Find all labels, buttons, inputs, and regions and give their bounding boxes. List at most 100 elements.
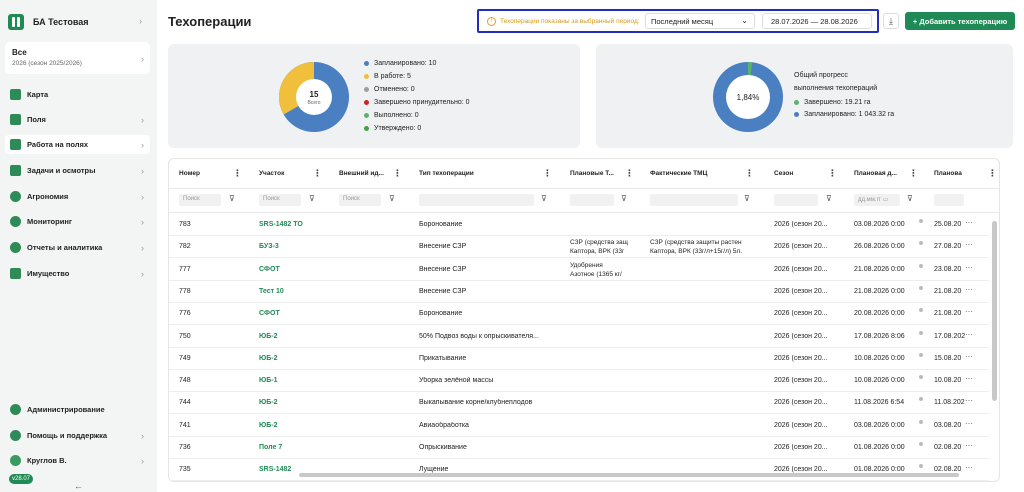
sidebar-item-property[interactable]: Имущество › bbox=[5, 264, 150, 283]
table-row[interactable]: 750 ЮБ-2 50% Подвоз воды к опрыскивателя..… bbox=[169, 326, 989, 348]
table-row[interactable]: 741 ЮБ-2 Авиаобработка 2026 (сезон 20... 03.… bbox=[169, 415, 989, 437]
row-menu-icon[interactable]: ··· bbox=[965, 285, 973, 294]
column-menu-icon[interactable]: ⋮ bbox=[625, 168, 634, 179]
external-id-filter[interactable]: Поиск bbox=[339, 194, 381, 206]
table-row[interactable]: 777 СФОТ Внесение СЗР 2026 (сезон 20... 21.0… bbox=[169, 259, 989, 281]
row-menu-icon[interactable]: ··· bbox=[965, 263, 973, 272]
row-menu-icon[interactable]: ··· bbox=[965, 240, 973, 249]
tasks-icon bbox=[10, 165, 21, 176]
calendar-icon: ▭ bbox=[882, 197, 889, 203]
row-menu-icon[interactable]: ··· bbox=[965, 330, 973, 339]
row-menu-icon[interactable]: ··· bbox=[965, 218, 973, 227]
cell-plot[interactable]: СФОТ bbox=[259, 310, 329, 317]
column-header[interactable]: Фактические ТМЦ bbox=[650, 170, 750, 177]
avatar bbox=[10, 455, 21, 466]
add-operation-button[interactable]: + Добавить техоперацию bbox=[905, 12, 1015, 30]
column-header[interactable]: Участок bbox=[259, 170, 309, 177]
tmc-category: СЗР (средства защиты растен bbox=[650, 239, 742, 247]
cell-plot[interactable]: БУЗ-3 bbox=[259, 243, 329, 250]
row-menu-icon[interactable]: ··· bbox=[965, 463, 973, 472]
sidebar-item-map[interactable]: Карта bbox=[5, 85, 150, 104]
cell-plot[interactable]: ЮБ-1 bbox=[259, 377, 329, 384]
sidebar-item-help[interactable]: Помощь и поддержка › bbox=[5, 426, 150, 445]
table-row[interactable]: 748 ЮБ-1 Уборка зелёной массы 2026 (сезон 2… bbox=[169, 370, 989, 393]
filter-icon[interactable]: ⊽ bbox=[229, 194, 235, 203]
season-selector[interactable]: Все 2026 (сезон 2025/2026) › bbox=[5, 42, 150, 74]
column-header[interactable]: Номер bbox=[179, 170, 229, 177]
plot-filter[interactable]: Поиск bbox=[259, 194, 301, 206]
cell-plot[interactable]: Тест 10 bbox=[259, 288, 329, 295]
table-row[interactable]: 783 SRS-1482 TO Боронование 2026 (сезон 20.… bbox=[169, 214, 989, 236]
filter-icon[interactable]: ⊽ bbox=[309, 194, 315, 203]
fact-tmc-filter[interactable] bbox=[650, 194, 738, 206]
column-header[interactable]: Плановые Т... bbox=[570, 170, 628, 177]
number-filter[interactable]: Поиск bbox=[179, 194, 221, 206]
sidebar-item-label: Поля bbox=[27, 115, 46, 124]
sidebar-item-field-work[interactable]: Работа на полях › bbox=[5, 135, 150, 154]
filter-icon[interactable]: ⊽ bbox=[541, 194, 547, 203]
cell-plot[interactable]: СФОТ bbox=[259, 266, 329, 273]
column-menu-icon[interactable]: ⋮ bbox=[909, 168, 918, 179]
column-menu-icon[interactable]: ⋮ bbox=[233, 168, 242, 179]
cell-plan-date: 20.08.2026 0:00 bbox=[854, 310, 905, 318]
column-menu-icon[interactable]: ⋮ bbox=[543, 168, 552, 179]
cell-plot[interactable]: SRS-1482 TO bbox=[259, 221, 329, 228]
column-menu-icon[interactable]: ⋮ bbox=[745, 168, 754, 179]
filter-icon[interactable]: ⊽ bbox=[621, 194, 627, 203]
row-menu-icon[interactable]: ··· bbox=[965, 441, 973, 450]
table-row[interactable]: 778 Тест 10 Внесение СЗР 2026 (сезон 20... 2… bbox=[169, 281, 989, 303]
date-filter[interactable]: дд.мм.гг ▭ bbox=[854, 194, 900, 206]
table-row[interactable]: 735 SRS-1482 Лущение 2026 (сезон 20... 01.08… bbox=[169, 459, 989, 481]
cell-type: Авиаобработка bbox=[419, 421, 469, 429]
sidebar-item-agronomy[interactable]: Агрономия › bbox=[5, 187, 150, 206]
vertical-scrollbar[interactable] bbox=[992, 221, 997, 401]
cell-plot[interactable]: ЮБ-2 bbox=[259, 399, 329, 406]
legend-planned-area: Запланировано: 1 043.32 га bbox=[794, 111, 894, 118]
cell-number: 777 bbox=[179, 265, 191, 273]
collapse-sidebar-icon[interactable]: ← bbox=[74, 481, 83, 491]
cell-plot[interactable]: ЮБ-2 bbox=[259, 422, 329, 429]
plan-date2-filter[interactable] bbox=[934, 194, 964, 206]
row-menu-icon[interactable]: ··· bbox=[965, 419, 973, 428]
row-menu-icon[interactable]: ··· bbox=[965, 352, 973, 361]
sidebar-item-reports[interactable]: Отчеты и аналитика › bbox=[5, 238, 150, 257]
column-header[interactable]: Тип техоперации bbox=[419, 170, 549, 177]
column-header[interactable]: Плановая д... bbox=[854, 170, 906, 177]
period-select[interactable]: Последний месяц ⌄ bbox=[645, 13, 755, 29]
filter-icon[interactable]: ⊽ bbox=[907, 194, 913, 203]
row-menu-icon[interactable]: ··· bbox=[965, 307, 973, 316]
column-menu-icon[interactable]: ⋮ bbox=[828, 168, 837, 179]
cell-plot[interactable]: ЮБ-2 bbox=[259, 333, 329, 340]
row-menu-icon[interactable]: ··· bbox=[965, 374, 973, 383]
filter-icon[interactable]: ⊽ bbox=[389, 194, 395, 203]
table-row[interactable]: 744 ЮБ-2 Выкапывание корне/клубнеплодов 202… bbox=[169, 392, 989, 415]
plan-tmc-filter[interactable] bbox=[570, 194, 614, 206]
sidebar-item-admin[interactable]: Администрирование bbox=[5, 400, 150, 419]
date-range-picker[interactable]: 28.07.2026 — 28.08.2026 bbox=[762, 13, 872, 29]
column-header[interactable]: Сезон bbox=[774, 170, 824, 177]
table-row[interactable]: 776 СФОТ Боронование 2026 (сезон 20... 20.08… bbox=[169, 303, 989, 326]
sidebar-item-fields[interactable]: Поля › bbox=[5, 110, 150, 129]
filter-icon[interactable]: ⊽ bbox=[826, 194, 832, 203]
cell-plot[interactable]: Поле 7 bbox=[259, 444, 329, 451]
column-menu-icon[interactable]: ⋮ bbox=[988, 168, 997, 179]
tmc-category: СЗР (средства защ bbox=[570, 239, 628, 247]
sidebar-item-user[interactable]: Круглов В. › bbox=[5, 451, 150, 470]
cell-plot[interactable]: ЮБ-2 bbox=[259, 355, 329, 362]
table-row[interactable]: 736 Поле 7 Опрыскивание 2026 (сезон 20... 01… bbox=[169, 437, 989, 459]
column-header[interactable]: Внешний ид... bbox=[339, 170, 389, 177]
org-switcher[interactable]: БА Тестовая › bbox=[8, 12, 148, 32]
column-menu-icon[interactable]: ⋮ bbox=[313, 168, 322, 179]
type-filter[interactable] bbox=[419, 194, 534, 206]
sidebar-item-monitoring[interactable]: Мониторинг › bbox=[5, 212, 150, 231]
row-menu-icon[interactable]: ··· bbox=[965, 396, 973, 405]
column-menu-icon[interactable]: ⋮ bbox=[393, 168, 402, 179]
horizontal-scrollbar[interactable] bbox=[299, 473, 959, 477]
sidebar-item-tasks[interactable]: Задачи и осмотры › bbox=[5, 161, 150, 180]
download-button[interactable]: ⤓ bbox=[883, 13, 899, 29]
column-header[interactable]: Планова bbox=[934, 170, 964, 177]
season-filter[interactable] bbox=[774, 194, 818, 206]
table-row[interactable]: 749 ЮБ-2 Прикатывание 2026 (сезон 20... 10.0… bbox=[169, 348, 989, 370]
filter-icon[interactable]: ⊽ bbox=[744, 194, 750, 203]
table-row[interactable]: 782 БУЗ-3 Внесение СЗР 2026 (сезон 20... 26.… bbox=[169, 236, 989, 259]
